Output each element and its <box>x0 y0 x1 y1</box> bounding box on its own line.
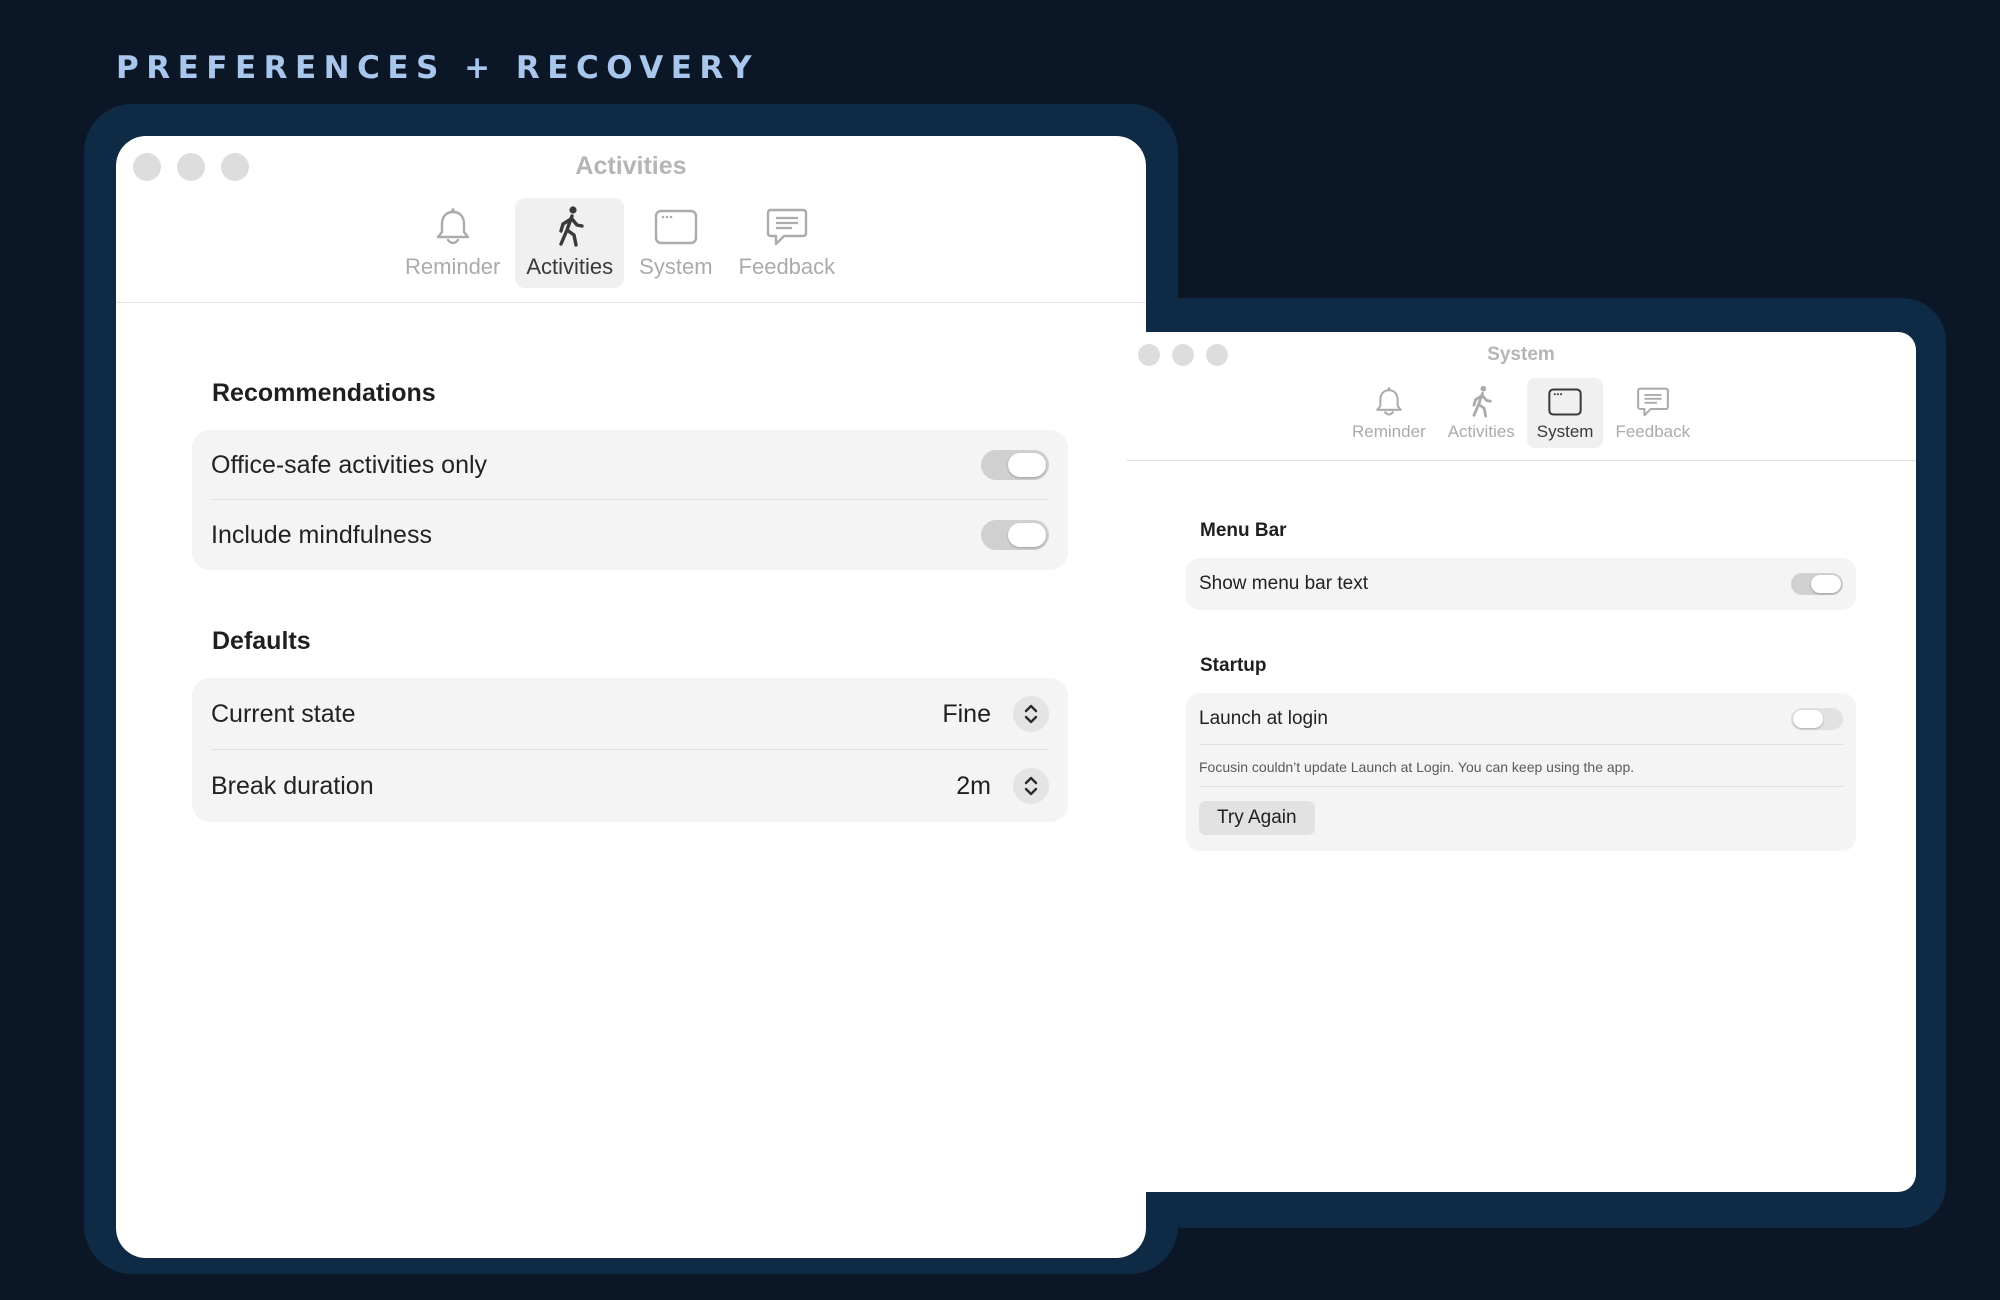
preferences-toolbar: Reminder Activities System Feedback <box>1342 378 1700 448</box>
mindfulness-label: Include mindfulness <box>211 520 432 549</box>
tab-label: System <box>1536 422 1594 441</box>
tab-label: Activities <box>1447 422 1515 441</box>
toggle-knob <box>1793 710 1823 728</box>
defaults-group: Current state Fine Break duration 2m <box>192 678 1068 822</box>
toolbar-divider <box>1126 460 1916 461</box>
launch-at-login-row: Launch at login <box>1186 693 1856 745</box>
tab-label: Feedback <box>1615 422 1691 441</box>
system-window: System Reminder Activities System Feedba… <box>1126 332 1916 1192</box>
toggle-knob <box>1008 453 1046 477</box>
office-safe-label: Office-safe activities only <box>211 450 488 479</box>
show-menu-bar-text-row: Show menu bar text <box>1186 558 1856 610</box>
mindfulness-toggle[interactable] <box>981 520 1049 550</box>
break-duration-label: Break duration <box>211 771 374 800</box>
break-duration-stepper[interactable] <box>1013 768 1049 804</box>
window-icon <box>1548 388 1582 416</box>
defaults-heading: Defaults <box>212 627 311 655</box>
break-duration-row: Break duration 2m <box>192 750 1068 822</box>
menu-bar-heading: Menu Bar <box>1200 520 1287 541</box>
toggle-knob <box>1811 575 1841 593</box>
bell-icon <box>1376 387 1402 416</box>
tab-label: Reminder <box>1352 422 1426 441</box>
break-duration-value: 2m <box>956 771 991 800</box>
show-menu-bar-text-label: Show menu bar text <box>1199 573 1368 594</box>
window-title: System <box>1487 344 1555 365</box>
current-state-stepper[interactable] <box>1013 696 1049 732</box>
tab-reminder[interactable]: Reminder <box>394 198 511 288</box>
tab-system[interactable]: System <box>628 198 723 288</box>
tab-reminder[interactable]: Reminder <box>1342 378 1436 448</box>
startup-group: Launch at login Focusin couldn’t update … <box>1186 693 1856 851</box>
current-state-row: Current state Fine <box>192 678 1068 750</box>
office-safe-toggle[interactable] <box>981 450 1049 480</box>
activities-window: Activities Reminder Activities System Fe… <box>116 136 1146 1258</box>
tab-label: Activities <box>526 254 614 279</box>
launch-at-login-label: Launch at login <box>1199 708 1328 729</box>
window-title: Activities <box>575 152 687 180</box>
toggle-knob <box>1008 523 1046 547</box>
try-again-button[interactable]: Try Again <box>1199 801 1315 835</box>
speech-bubble-icon <box>766 208 808 246</box>
bell-icon <box>436 208 469 245</box>
retry-row: Try Again <box>1186 787 1856 851</box>
chevron-up-down-icon <box>1024 776 1038 796</box>
tab-label: Reminder <box>405 254 501 279</box>
tab-activities[interactable]: Activities <box>515 198 625 288</box>
recommendations-group: Office-safe activities only Include mind… <box>192 430 1068 570</box>
show-menu-bar-text-toggle[interactable] <box>1791 573 1843 595</box>
chevron-up-down-icon <box>1024 704 1038 724</box>
walking-person-icon <box>559 206 584 247</box>
tab-label: Feedback <box>738 254 836 279</box>
current-state-label: Current state <box>211 699 356 728</box>
tab-label: System <box>639 254 713 279</box>
tab-system[interactable]: System <box>1526 378 1604 448</box>
tab-activities[interactable]: Activities <box>1438 378 1525 448</box>
menu-bar-group: Show menu bar text <box>1186 558 1856 610</box>
tab-feedback[interactable]: Feedback <box>1605 378 1700 448</box>
office-safe-row: Office-safe activities only <box>192 430 1068 500</box>
walking-person-icon <box>1472 385 1493 418</box>
page-headline: PREFERENCES + RECOVERY <box>116 50 760 86</box>
window-icon <box>654 209 698 245</box>
launch-at-login-toggle[interactable] <box>1791 708 1843 730</box>
recommendations-heading: Recommendations <box>212 379 436 407</box>
current-state-value: Fine <box>942 699 991 728</box>
startup-heading: Startup <box>1200 655 1267 676</box>
preferences-toolbar: Reminder Activities System Feedback <box>394 198 846 288</box>
tab-feedback[interactable]: Feedback <box>728 198 847 288</box>
launch-error-message: Focusin couldn’t update Launch at Login.… <box>1186 745 1856 787</box>
mindfulness-row: Include mindfulness <box>192 500 1068 570</box>
speech-bubble-icon <box>1636 387 1669 417</box>
toolbar-divider <box>116 302 1146 303</box>
